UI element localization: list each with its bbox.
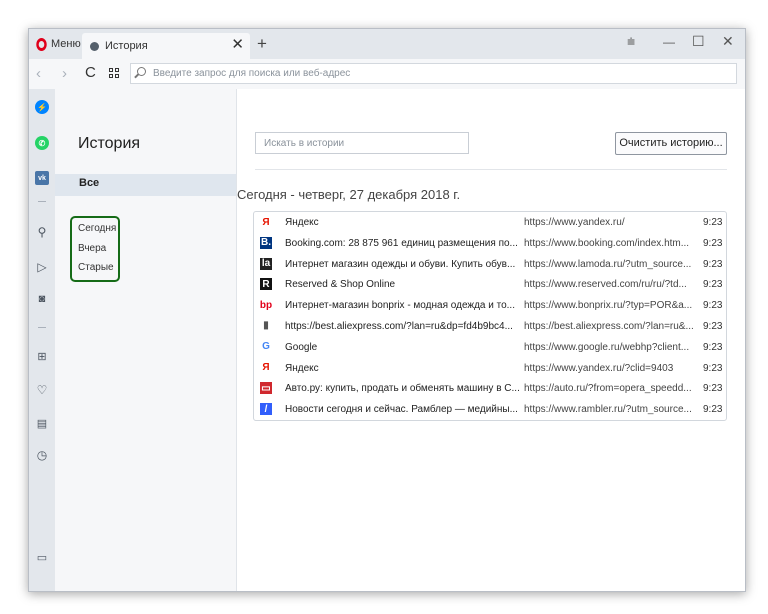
history-url: https://www.yandex.ru/?clid=9403 — [524, 362, 674, 374]
history-url: https://www.yandex.ru/ — [524, 217, 625, 228]
history-list: Я Яндекс https://www.yandex.ru/9:23 B. Booki… — [253, 211, 727, 421]
news-icon[interactable]: ▤ — [35, 416, 49, 430]
history-title-link[interactable]: Google — [285, 342, 519, 353]
clear-history-button[interactable]: Очистить историю... — [615, 132, 727, 155]
search-icon[interactable]: ⚲ — [35, 225, 49, 239]
address-input[interactable]: Введите запрос для поиска или веб-адрес — [130, 63, 737, 84]
whatsapp-icon[interactable]: ✆ — [35, 136, 49, 150]
address-bar: ‹ › C Введите запрос для поиска или веб-… — [29, 59, 745, 90]
history-title-link[interactable]: Reserved & Shop Online — [285, 279, 519, 290]
sidebar-divider — [38, 201, 46, 202]
history-title-link[interactable]: Яндекс — [285, 363, 519, 374]
panel-toggle-icon[interactable]: ▭ — [35, 550, 49, 564]
history-row[interactable]: bp Интернет-магазин bonprix - модная одеж… — [254, 295, 726, 316]
opera-menu-button[interactable]: Меню — [29, 29, 81, 59]
history-time: 9:23 — [703, 341, 723, 353]
history-time: 9:23 — [703, 279, 723, 291]
history-row[interactable]: G Google https://www.google.ru/webhp?clien… — [254, 337, 726, 358]
site-favicon-icon: la — [260, 257, 272, 270]
new-tab-button[interactable]: + — [257, 34, 267, 54]
tab-history[interactable]: История ✕ — [82, 33, 250, 59]
tab-title: История — [105, 40, 148, 52]
minimize-button[interactable]: — — [663, 35, 675, 49]
history-row[interactable]: Я Яндекс https://www.yandex.ru/?clid=9403 9… — [254, 358, 726, 379]
history-row[interactable]: R Reserved & Shop Online https://www.reser… — [254, 274, 726, 295]
site-favicon-icon: G — [262, 341, 270, 353]
close-window-button[interactable]: ✕ — [722, 33, 734, 50]
address-placeholder: Введите запрос для поиска или веб-адрес — [153, 68, 351, 79]
history-main: Искать в истории Очистить историю... Сег… — [237, 89, 745, 591]
history-url: https://www.bonprix.ru/?typ=POR&a... — [524, 300, 693, 312]
history-time: 9:23 — [703, 258, 723, 270]
history-title-link[interactable]: Booking.com: 28 875 961 единиц размещени… — [285, 238, 519, 249]
messenger-icon[interactable]: ⚡ — [35, 100, 49, 114]
speed-dial-grid-icon[interactable] — [109, 68, 120, 79]
history-url: https://www.google.ru/webhp?client... — [524, 341, 690, 353]
history-title-link[interactable]: Новости сегодня и сейчас. Рамблер — меди… — [285, 404, 519, 415]
nav-item-all[interactable]: Все — [55, 174, 236, 196]
history-title-link[interactable]: Авто.ру: купить, продать и обменять маши… — [285, 383, 519, 394]
camera-icon[interactable]: ◙ — [35, 292, 49, 306]
history-time: 9:23 — [703, 320, 723, 332]
send-icon[interactable]: ▷ — [35, 260, 49, 274]
history-time: 9:23 — [703, 404, 723, 416]
history-search-input[interactable]: Искать в истории — [255, 132, 469, 154]
opera-logo-icon — [36, 37, 47, 51]
history-url: https://www.booking.com/index.htm... — [524, 237, 690, 249]
site-favicon-icon: Я — [262, 216, 270, 228]
history-title-link[interactable]: Интернет магазин одежды и обуви. Купить … — [285, 259, 519, 270]
history-nav-panel: История Все Сегодня Вчера Старые — [55, 89, 237, 591]
history-row[interactable]: la Интернет магазин одежды и обуви. Купит… — [254, 254, 726, 275]
nav-item-yesterday[interactable]: Вчера — [78, 243, 106, 254]
history-row[interactable]: ▭ Авто.ру: купить, продать и обменять маш… — [254, 378, 726, 399]
tab-close-icon[interactable]: ✕ — [231, 37, 244, 53]
history-row[interactable]: B. Booking.com: 28 875 961 единиц размеще… — [254, 233, 726, 254]
history-time: 9:23 — [703, 300, 723, 312]
nav-item-older[interactable]: Старые — [78, 262, 114, 273]
history-row[interactable]: Я Яндекс https://www.yandex.ru/9:23 — [254, 212, 726, 233]
site-favicon-icon: bp — [259, 299, 273, 311]
history-url: https://auto.ru/?from=opera_speedd... — [524, 383, 692, 395]
reload-button[interactable]: C — [85, 64, 96, 81]
history-url: https://www.reserved.com/ru/ru/?td... — [524, 279, 687, 291]
heart-icon[interactable]: ♡ — [35, 383, 49, 397]
history-time: 9:23 — [703, 237, 723, 249]
history-icon[interactable]: ◷ — [35, 448, 49, 462]
divider — [255, 169, 727, 170]
sidebar: ⚡ ✆ vk ⚲ ▷ ◙ ⊞ ♡ ▤ ◷ ▭ — [29, 89, 55, 591]
history-url: https://www.lamoda.ru/?utm_source... — [524, 258, 692, 270]
forward-button[interactable]: › — [62, 65, 67, 82]
tab-menu-icon[interactable]: ⩧ — [627, 33, 635, 50]
site-favicon-icon: ▮ — [263, 320, 269, 332]
back-button[interactable]: ‹ — [36, 65, 41, 82]
history-time: 9:23 — [703, 383, 723, 395]
vk-icon[interactable]: vk — [35, 171, 49, 185]
history-time: 9:23 — [703, 362, 723, 374]
speed-dial-icon[interactable]: ⊞ — [35, 349, 49, 363]
history-time: 9:23 — [703, 217, 723, 228]
menu-label: Меню — [51, 38, 81, 50]
panel-title: История — [78, 135, 141, 152]
site-favicon-icon: R — [260, 278, 272, 291]
site-favicon-icon: B. — [260, 236, 272, 249]
site-favicon-icon: ▭ — [260, 382, 272, 395]
title-bar: Меню История ✕ + ⩧ — ☐ ✕ — [29, 29, 745, 59]
history-row[interactable]: / Новости сегодня и сейчас. Рамблер — мед… — [254, 399, 726, 420]
search-icon — [137, 67, 146, 76]
sidebar-divider — [38, 327, 46, 328]
history-row[interactable]: ▮ https://best.aliexpress.com/?lan=ru&dp=… — [254, 316, 726, 337]
nav-item-today[interactable]: Сегодня — [78, 223, 116, 234]
history-url: https://www.rambler.ru/?utm_source... — [524, 404, 692, 416]
history-title-link[interactable]: https://best.aliexpress.com/?lan=ru&dp=f… — [285, 321, 519, 332]
history-title-link[interactable]: Интернет-магазин bonprix - модная одежда… — [285, 300, 519, 311]
history-title-link[interactable]: Яндекс — [285, 217, 519, 228]
site-favicon-icon: Я — [262, 362, 270, 374]
maximize-button[interactable]: ☐ — [692, 33, 705, 50]
browser-window: Меню История ✕ + ⩧ — ☐ ✕ ‹ › C Введите з… — [28, 28, 746, 592]
site-favicon-icon: / — [260, 403, 272, 416]
history-tab-icon — [90, 41, 99, 51]
history-url: https://best.aliexpress.com/?lan=ru&... — [524, 320, 694, 332]
date-heading: Сегодня - четверг, 27 декабря 2018 г. — [237, 187, 461, 202]
